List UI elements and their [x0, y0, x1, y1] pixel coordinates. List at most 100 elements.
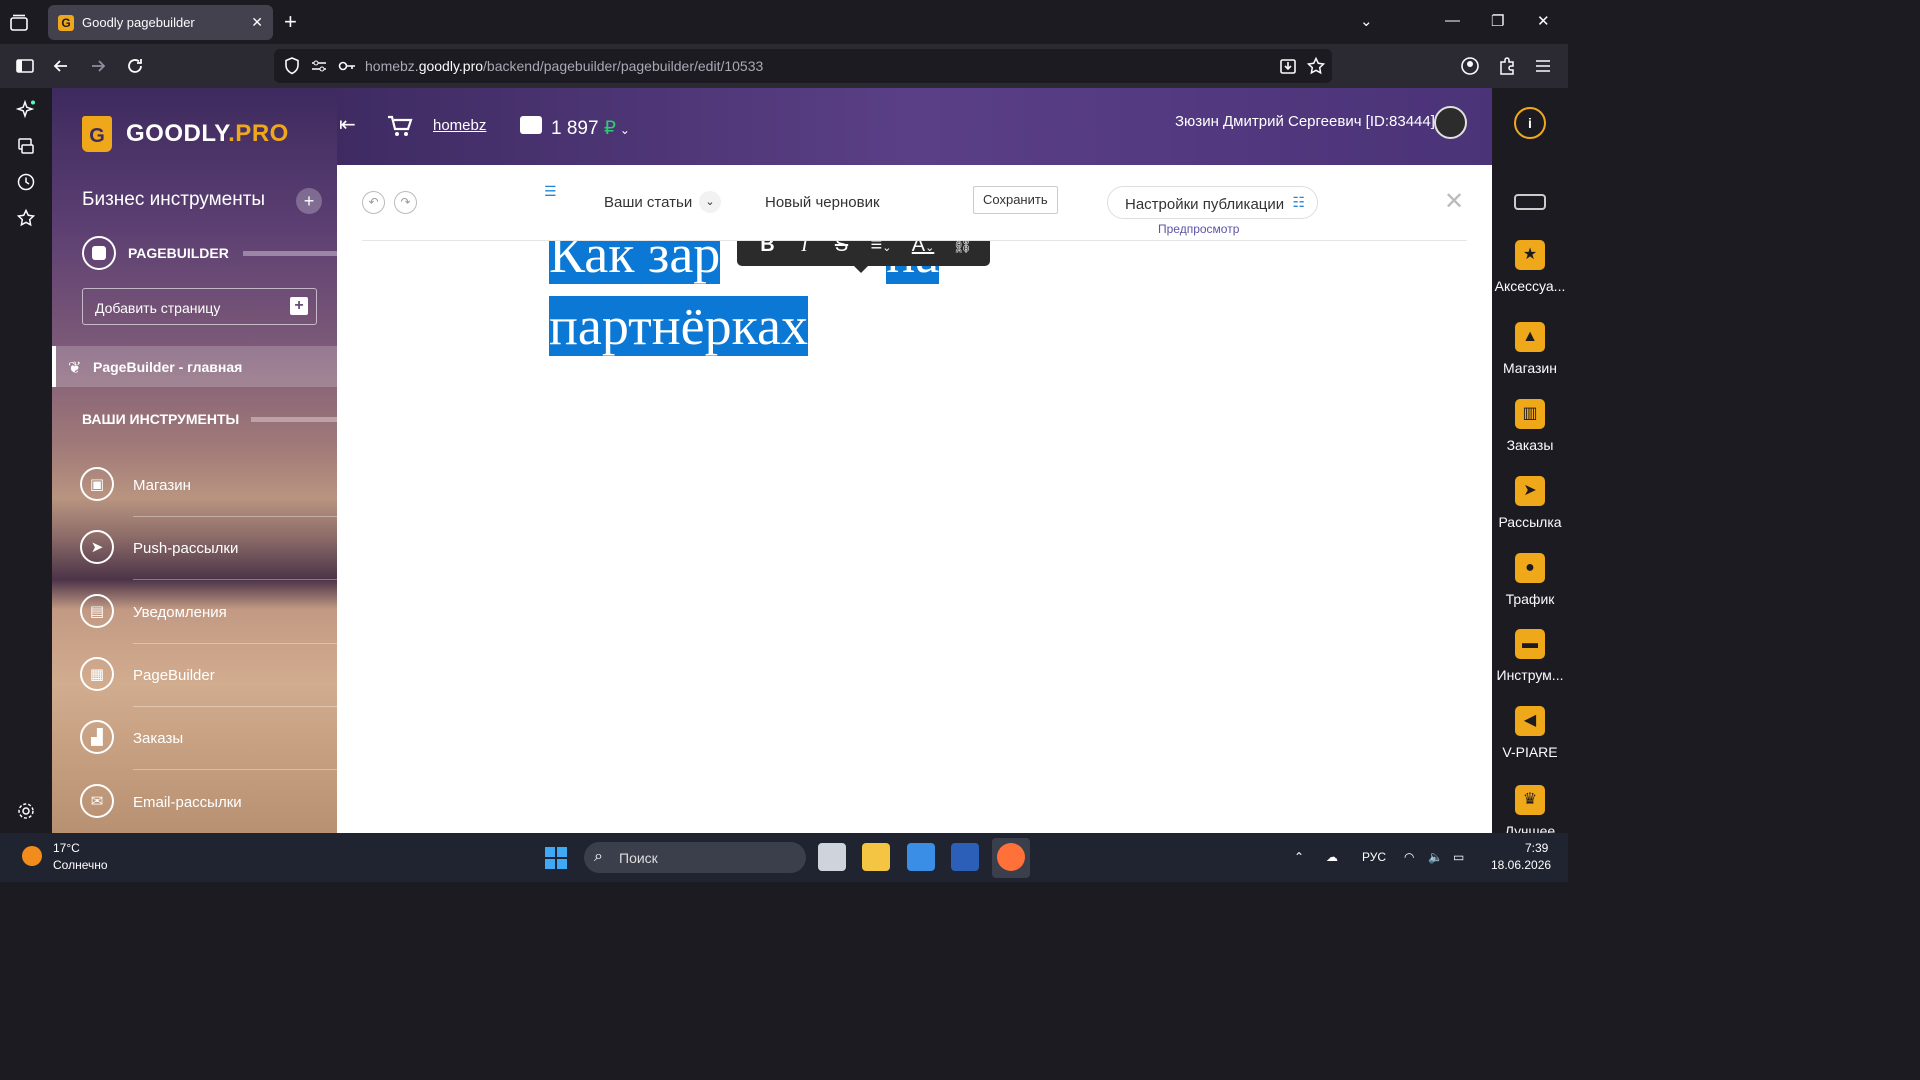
your-articles-dropdown[interactable]: Ваши статьи [604, 194, 692, 211]
tab-title: Goodly pagebuilder [82, 15, 195, 30]
redo-icon[interactable]: ↷ [394, 191, 417, 214]
widget-shop[interactable]: ▲ Магазин [1492, 322, 1568, 376]
sidebar-item-pagebuilder[interactable]: ▦ PageBuilder [80, 644, 337, 707]
close-editor-icon[interactable]: ✕ [1444, 187, 1464, 216]
save-button[interactable]: Сохранить [973, 186, 1058, 214]
tab-list-icon[interactable] [8, 12, 30, 34]
browser-tab-active[interactable]: G Goodly pagebuilder ✕ [48, 5, 273, 40]
section-divider [251, 416, 337, 422]
history-icon[interactable] [16, 172, 36, 192]
list-all-tabs-icon[interactable]: ⌄ [1360, 12, 1373, 30]
weather-description[interactable]: Солнечно [53, 858, 108, 872]
pagebuilder-section[interactable]: PAGEBUILDER [82, 235, 337, 271]
sidebar-item-orders[interactable]: ▟ Заказы [80, 707, 337, 770]
word-icon[interactable] [951, 843, 979, 871]
sync-tabs-icon[interactable] [16, 136, 36, 156]
undo-icon[interactable]: ↶ [362, 191, 385, 214]
section-divider [242, 250, 337, 256]
sidebar-item-notifications[interactable]: ▤ Уведомления [80, 581, 337, 644]
goodly-logo[interactable]: G GOODLY.PRO [82, 116, 289, 152]
temperature[interactable]: 17°C [53, 841, 80, 855]
forward-icon[interactable] [88, 56, 108, 76]
windows-start-icon[interactable] [545, 847, 567, 869]
notepad-icon[interactable] [907, 843, 935, 871]
close-window-icon[interactable]: ✕ [1537, 12, 1550, 30]
bookmark-star-icon[interactable] [1306, 56, 1326, 76]
site-link[interactable]: homebz [433, 117, 486, 134]
widget-traffic[interactable]: ● Трафик [1492, 553, 1568, 607]
user-name[interactable]: Зюзин Дмитрий Сергеевич [ID:83444] [1175, 113, 1435, 130]
save-page-icon[interactable] [1278, 56, 1298, 76]
preview-link[interactable]: Предпросмотр [1158, 222, 1239, 236]
wifi-icon[interactable]: ◠ [1404, 850, 1414, 864]
logo-text: GOODLY.PRO [126, 120, 289, 147]
file-explorer-icon[interactable] [862, 843, 890, 871]
widget-v-piare[interactable]: ◀ V-PIARE [1492, 706, 1568, 760]
widget-tools[interactable]: ▬ Инструм... [1492, 629, 1568, 683]
draft-title[interactable]: Новый черновик [765, 194, 880, 211]
strikethrough-button[interactable]: S [823, 241, 860, 257]
extensions-icon[interactable] [1497, 56, 1517, 76]
ai-sparkle-icon[interactable] [16, 100, 36, 120]
sidebar-item-push[interactable]: ➤ Push-рассылки [80, 517, 337, 580]
editor-toolbar: ↶ ↷ ☰ Ваши статьи ⌄ Новый черновик Сохра… [337, 165, 1492, 241]
italic-button[interactable]: I [786, 241, 823, 257]
add-block-icon[interactable]: ☰ [544, 183, 557, 200]
close-tab-icon[interactable]: ✕ [251, 14, 263, 31]
widget-orders[interactable]: ▥ Заказы [1492, 399, 1568, 453]
battery-icon[interactable]: ▭ [1453, 850, 1464, 864]
notification-icon: ▤ [80, 594, 114, 628]
cloud-icon[interactable]: ☁ [1326, 850, 1338, 864]
text-color-icon: A [911, 241, 926, 256]
restore-icon[interactable]: ❐ [1491, 12, 1504, 30]
avatar[interactable] [1434, 106, 1467, 139]
wallet-icon[interactable] [520, 116, 542, 134]
key-icon[interactable] [337, 56, 357, 76]
reload-icon[interactable] [125, 56, 145, 76]
editor-content[interactable]: Как зарна партнёрках B I S ≡⌄ A⌄ ⛓ [337, 241, 1492, 833]
sidebar-toggle-icon[interactable] [15, 56, 35, 76]
language-indicator[interactable]: РУС [1362, 850, 1386, 864]
menu-icon[interactable] [1533, 56, 1553, 76]
balance[interactable]: 1 897 ₽ ⌄ [551, 117, 630, 140]
add-tool-plus-icon[interactable]: + [296, 188, 322, 214]
text-color-dropdown[interactable]: A⌄ [902, 241, 944, 257]
widget-best[interactable]: ♛ Лучшее [1492, 785, 1568, 839]
toggle-switch[interactable] [1514, 194, 1546, 210]
back-icon[interactable] [51, 56, 71, 76]
add-page-button[interactable]: Добавить страницу + [82, 288, 317, 325]
layout-icon: ▦ [80, 657, 114, 691]
minimize-icon[interactable]: — [1445, 12, 1460, 29]
shield-icon[interactable] [282, 56, 302, 76]
your-tools-title: ВАШИ ИНСТРУМЕНТЫ [82, 411, 337, 427]
sidebar-item-shop[interactable]: ▣ Магазин [80, 454, 337, 517]
app-header: ⇤ homebz 1 897 ₽ ⌄ Зюзин Дмитрий Сергееви… [337, 88, 1492, 165]
megaphone-icon: ◀ [1515, 706, 1545, 736]
add-square-icon: + [290, 297, 308, 315]
new-tab-icon[interactable]: + [284, 10, 297, 34]
widget-accessories[interactable]: ★ Аксессуа... [1492, 240, 1568, 294]
publish-settings-button[interactable]: Настройки публикации ☷ [1107, 186, 1318, 219]
account-icon[interactable] [1460, 56, 1480, 76]
task-view-icon[interactable] [818, 843, 846, 871]
tray-chevron-up-icon[interactable]: ⌃ [1294, 850, 1304, 864]
collapse-sidebar-icon[interactable]: ⇤ [339, 112, 356, 137]
url-bar[interactable]: homebz.goodly.pro/backend/pagebuilder/pa… [274, 49, 1332, 83]
permissions-icon[interactable] [309, 56, 329, 76]
link-icon[interactable]: ⛓ [944, 241, 981, 255]
cart-icon[interactable] [387, 114, 413, 138]
clock-time[interactable]: 7:39 [1525, 841, 1548, 855]
bold-button[interactable]: B [749, 241, 786, 257]
settings-gear-icon[interactable] [16, 801, 36, 821]
sidebar-item-email[interactable]: ✉ Email-рассылки [80, 771, 337, 833]
sidebar-item-pagebuilder-main[interactable]: ❦ PageBuilder - главная [52, 346, 337, 387]
taskbar-search[interactable]: ⌕ Поиск [584, 842, 806, 873]
clock-date[interactable]: 18.06.2026 [1491, 858, 1551, 872]
chevron-down-icon[interactable]: ⌄ [699, 191, 721, 213]
bookmarks-icon[interactable] [16, 208, 36, 228]
sun-icon[interactable] [22, 846, 42, 866]
info-icon[interactable]: i [1514, 107, 1546, 139]
align-dropdown[interactable]: ≡⌄ [860, 241, 902, 257]
widget-mailing[interactable]: ➤ Рассылка [1492, 476, 1568, 530]
volume-icon[interactable]: 🔈 [1428, 850, 1443, 864]
